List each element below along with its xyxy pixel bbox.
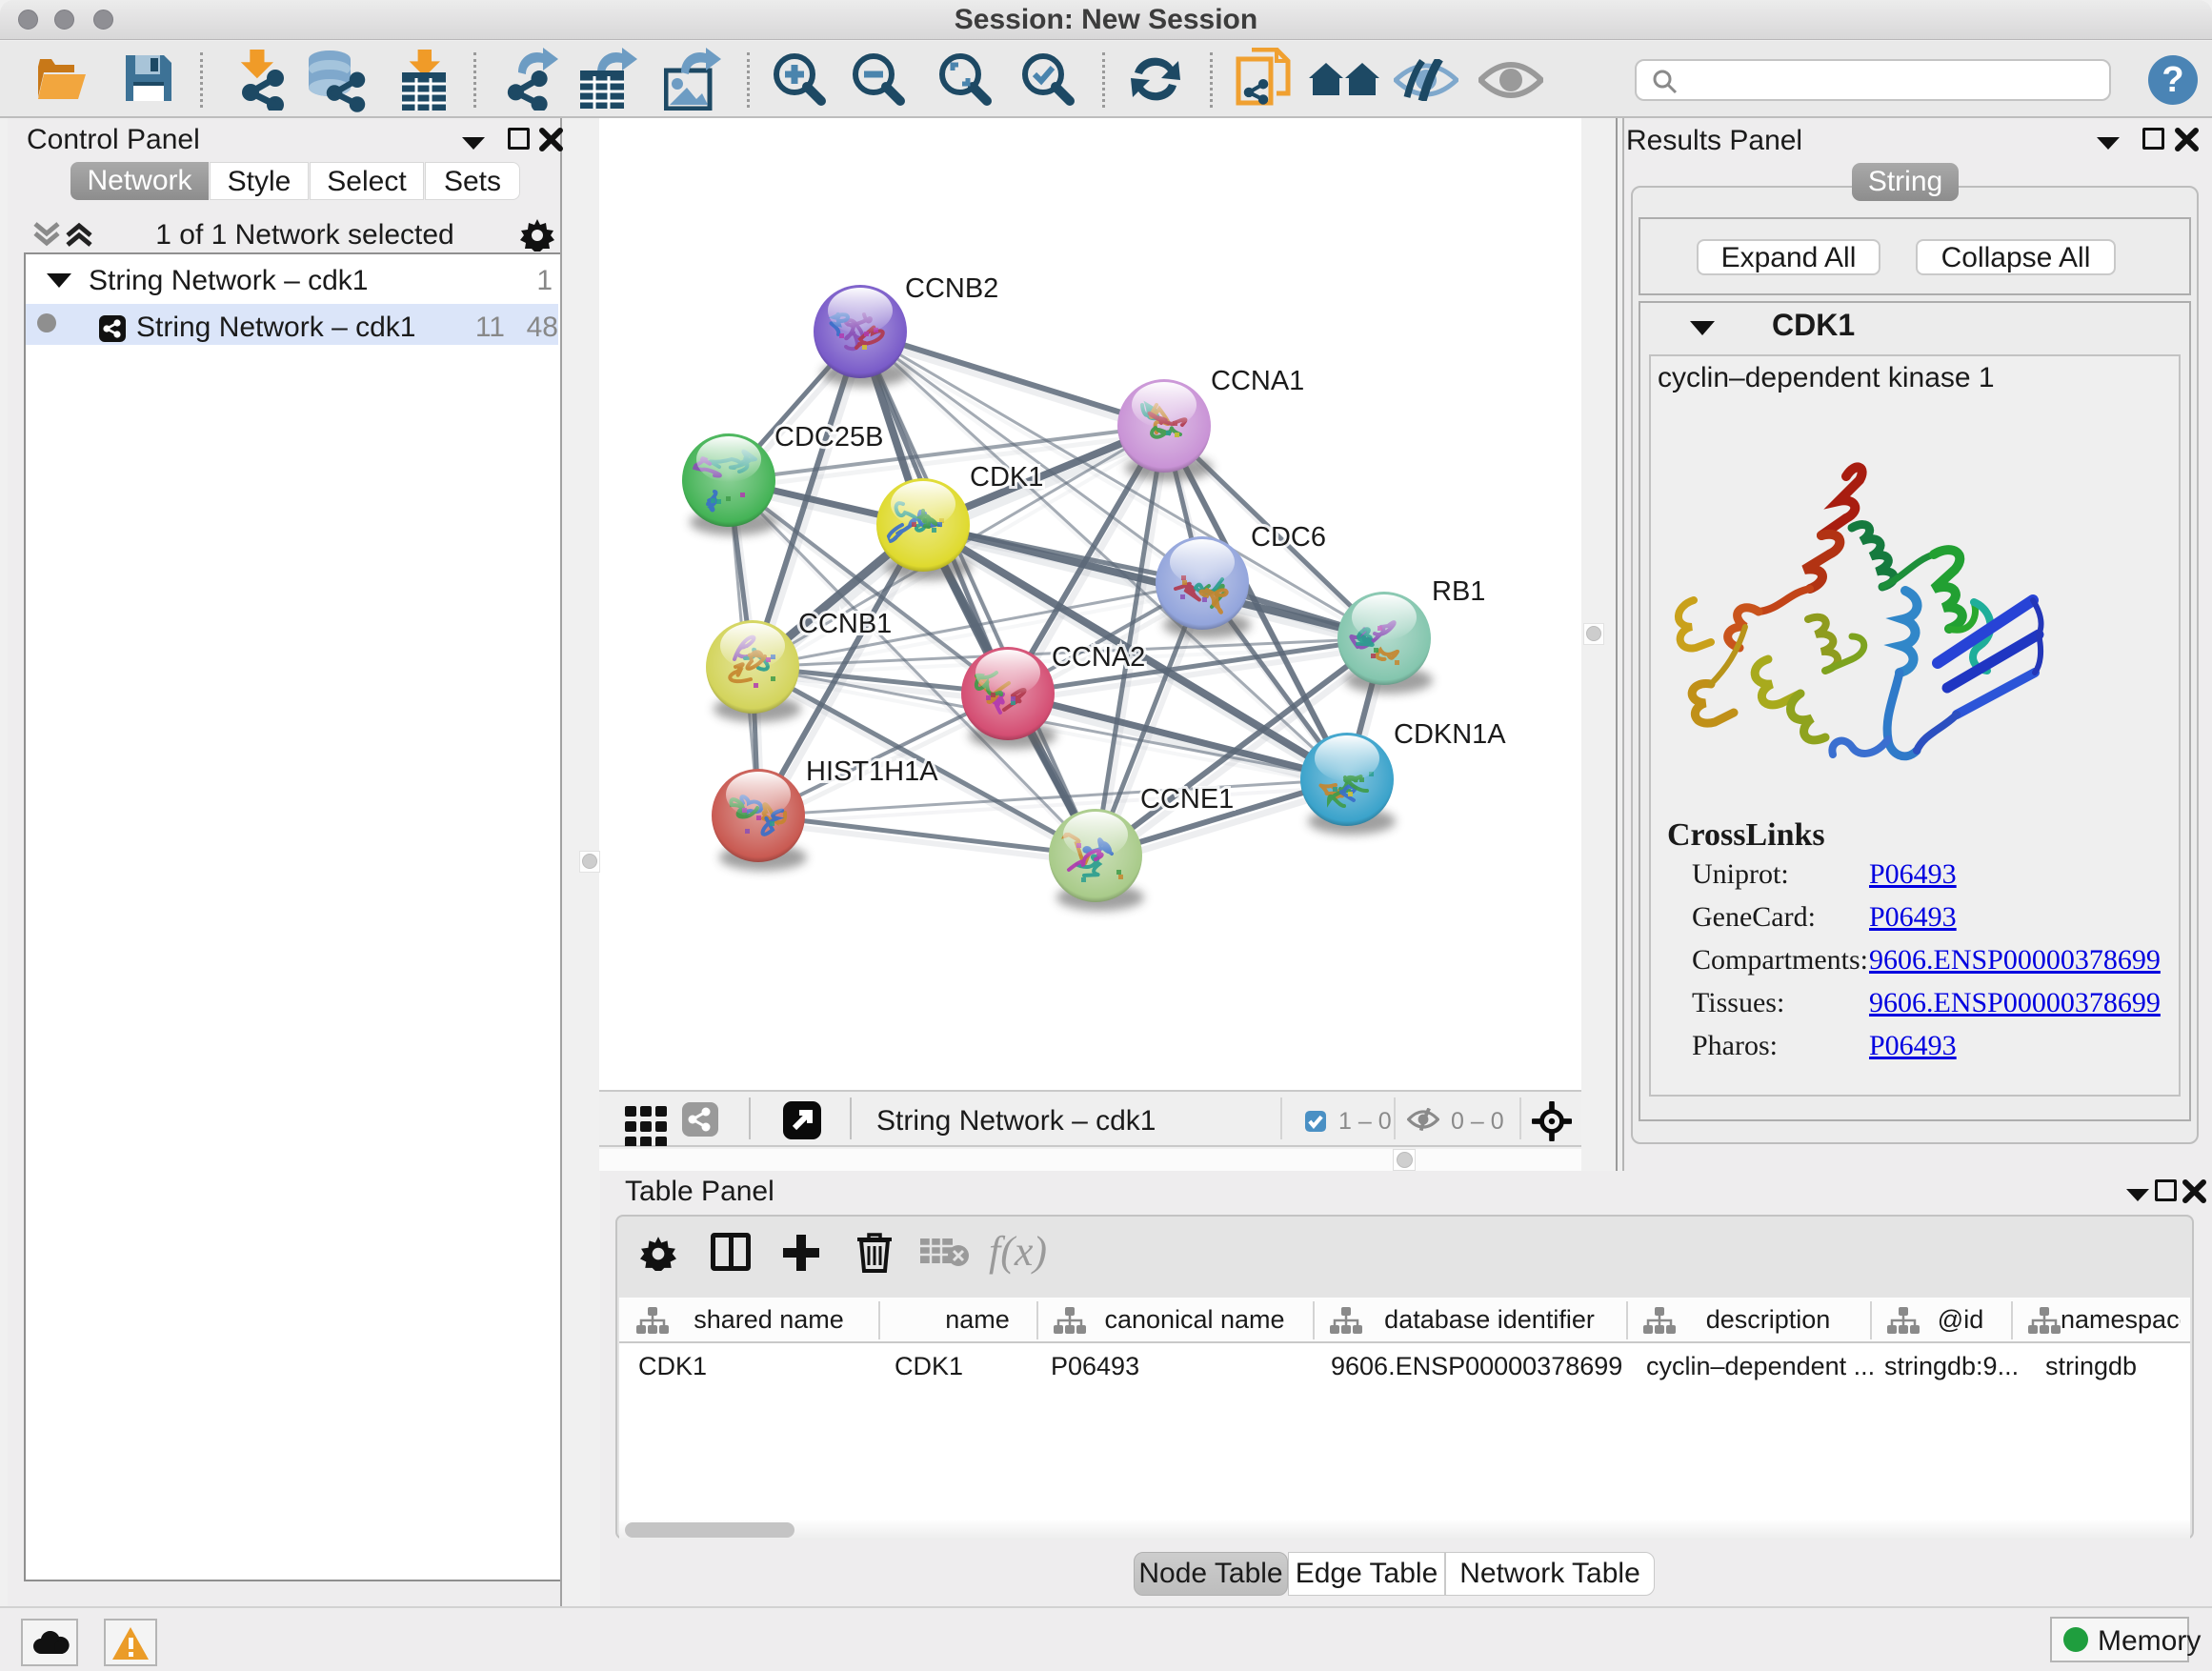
svg-text:CDK1: CDK1: [970, 462, 1043, 493]
svg-text:CDKN1A: CDKN1A: [1394, 719, 1506, 750]
svg-text:CCNA2: CCNA2: [1052, 642, 1145, 673]
svg-text:CCNB2: CCNB2: [905, 273, 998, 304]
svg-text:RB1: RB1: [1432, 576, 1485, 607]
svg-text:CCNA1: CCNA1: [1211, 366, 1304, 396]
svg-text:CDC6: CDC6: [1251, 522, 1326, 553]
svg-text:HIST1H1A: HIST1H1A: [806, 756, 938, 787]
svg-text:CCNB1: CCNB1: [798, 609, 892, 639]
svg-text:CCNE1: CCNE1: [1140, 784, 1234, 815]
svg-text:CDC25B: CDC25B: [774, 422, 883, 453]
